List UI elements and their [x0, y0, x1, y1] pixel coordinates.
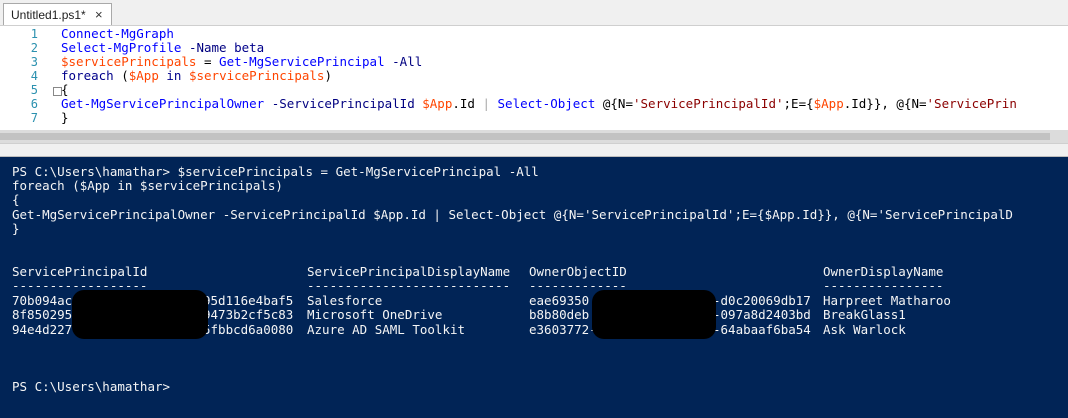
console-prompt[interactable]: PS C:\Users\hamathar>	[12, 379, 170, 395]
line-number: 2	[30, 41, 38, 55]
code-token: }	[61, 110, 69, 125]
code-token: =	[196, 54, 220, 69]
code-token: -Name	[181, 40, 227, 55]
code-area[interactable]: Connect-MgGraph Select-MgProfile -Name be…	[61, 26, 1068, 130]
table-cell: 5fbbcd6a0080	[203, 322, 294, 337]
table-cell: b8b80deb	[529, 307, 590, 322]
console-command-line: foreach ($App in $servicePrincipals)	[12, 178, 283, 193]
console-command-line: }	[12, 221, 20, 236]
code-token: Get-MgServicePrincipalOwner	[61, 96, 265, 111]
code-line[interactable]: Select-MgProfile -Name beta	[61, 41, 264, 55]
code-line[interactable]: Connect-MgGraph	[61, 27, 174, 41]
editor-horizontal-scrollbar[interactable]	[0, 130, 1068, 143]
code-token: -All	[384, 54, 423, 69]
tab-untitled1-ps1[interactable]: Untitled1.ps1* ×	[3, 3, 112, 25]
console-command-line: Get-MgServicePrincipalOwner -ServicePrin…	[12, 207, 1013, 222]
code-token: {	[61, 82, 69, 97]
console-pane[interactable]: PS C:\Users\hamathar> $servicePrincipals…	[0, 157, 1068, 418]
code-token: in	[158, 68, 189, 83]
code-token: -ServicePrincipalId	[264, 96, 415, 111]
table-cell: Microsoft OneDrive	[307, 307, 443, 322]
code-token: 'ServicePrincipalId'	[633, 96, 784, 111]
code-line[interactable]: {	[61, 83, 69, 97]
document-tab-bar: Untitled1.ps1* ×	[0, 0, 1068, 26]
code-line[interactable]: Get-MgServicePrincipalOwner -ServicePrin…	[61, 97, 1017, 111]
line-number: 3	[30, 55, 38, 69]
code-line[interactable]: }	[61, 111, 69, 125]
console-command-line: {	[12, 192, 20, 207]
code-token: $App	[128, 68, 159, 83]
line-number: 7	[30, 111, 38, 125]
column-separator: ----------------	[823, 278, 944, 293]
code-token: foreach	[61, 68, 114, 83]
code-token: $servicePrincipals	[188, 68, 325, 83]
table-cell: Azure AD SAML Toolkit	[307, 322, 466, 337]
scrollbar-thumb[interactable]	[0, 133, 1050, 140]
code-token: .Id	[452, 96, 475, 111]
redaction-mark	[592, 290, 716, 339]
code-line[interactable]: foreach ($App in $servicePrincipals)	[61, 69, 332, 83]
code-token: $servicePrincipals	[61, 54, 197, 69]
script-editor[interactable]: 1 2 3 4 5 6 7 Connect-MgGraph Select-MgPr…	[0, 26, 1068, 130]
table-cell: 94e4d227	[12, 322, 73, 337]
line-number-gutter: 1 2 3 4 5 6 7	[0, 26, 50, 130]
code-token: Connect-MgGraph	[61, 26, 174, 41]
table-cell: -097a8d2403bd	[713, 307, 811, 322]
code-token: Get-MgServicePrincipal	[219, 54, 385, 69]
table-cell: 8f850295	[12, 307, 73, 322]
code-token: Select-MgProfile	[61, 40, 182, 55]
line-number: 1	[30, 27, 38, 41]
column-separator: ---------------------------	[307, 278, 511, 293]
code-token: 'ServicePrin	[926, 96, 1017, 111]
pane-splitter[interactable]	[0, 143, 1068, 157]
code-token: (	[113, 68, 129, 83]
line-number: 6	[30, 97, 38, 111]
code-token: $App	[414, 96, 453, 111]
code-token: beta	[226, 40, 265, 55]
code-token: ;E={	[783, 96, 814, 111]
code-token: Select-Object	[497, 96, 596, 111]
table-cell: -64abaaf6ba54	[713, 322, 811, 337]
table-cell: Ask Warlock	[823, 322, 906, 337]
redaction-mark	[72, 290, 208, 339]
tab-title: Untitled1.ps1*	[11, 8, 86, 22]
code-token: $App	[813, 96, 844, 111]
code-token: .Id}}, @{N=	[843, 96, 927, 111]
table-cell: e3603772-	[529, 322, 597, 337]
code-token: |	[474, 96, 498, 111]
code-token: @{N=	[595, 96, 633, 111]
code-line[interactable]: $servicePrincipals = Get-MgServicePrinci…	[61, 55, 422, 69]
table-cell: 9473b2cf5c83	[203, 307, 294, 322]
code-token: )	[324, 68, 332, 83]
close-icon[interactable]: ×	[95, 7, 103, 22]
line-number: 4	[30, 69, 38, 83]
line-number: 5	[30, 83, 38, 97]
table-cell: BreakGlass1	[823, 307, 906, 322]
